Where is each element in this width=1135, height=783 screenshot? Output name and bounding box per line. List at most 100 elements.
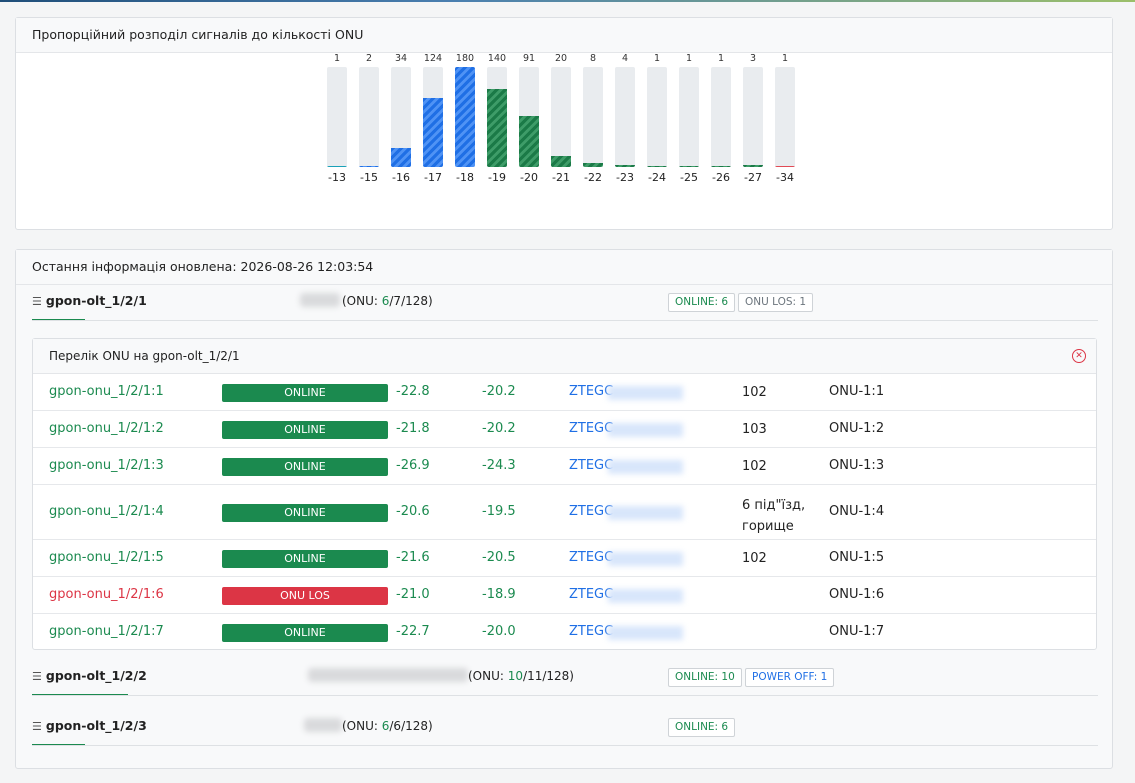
bar-category-label: -15 [360,171,378,184]
onu-serial-link[interactable]: ZTEGC [569,421,613,436]
onu-id-link[interactable]: gpon-onu_1/2/1:4 [49,504,164,519]
onu-rx-power: -21.6 [396,550,430,565]
olt-description-redacted [308,668,468,682]
bar-track [583,67,603,167]
close-icon[interactable]: ✕ [1072,349,1086,363]
bar-value-label: 1 [653,53,661,64]
onu-description: ONU-1:3 [829,458,885,473]
bar-value-label: 124 [423,53,443,64]
onu-status-badge: ONU LOS [222,587,388,605]
onu-rx-power: -22.7 [396,624,430,639]
onu-id-link[interactable]: gpon-onu_1/2/1:2 [49,421,164,436]
status-badge-onu-los: ONU LOS: 1 [738,293,814,312]
onu-table-row[interactable]: gpon-onu_1/2/1:6 ONU LOS -21.0 -18.9 ZTEGC ON… [33,577,1096,614]
onu-description: ONU-1:6 [829,587,885,602]
list-icon: ☰ [32,720,42,733]
bar [391,148,411,167]
list-icon: ☰ [32,670,42,683]
onu-table-row[interactable]: gpon-onu_1/2/1:3 ONLINE -26.9 -24.3 ZTEGC 102… [33,448,1096,485]
onu-description: ONU-1:4 [829,504,885,519]
onu-tx-power: -18.9 [482,587,516,602]
onu-table-row[interactable]: gpon-onu_1/2/1:4 ONLINE -20.6 -19.5 ZTEGC 6 п… [33,485,1096,540]
bar [487,89,507,167]
bar-track [647,67,667,167]
onu-table-row[interactable]: gpon-onu_1/2/1:5 ONLINE -21.6 -20.5 ZTEGC 102… [33,540,1096,577]
bar [679,166,699,167]
status-badge-online: ONLINE: 10 [668,668,742,687]
onu-id-link[interactable]: gpon-onu_1/2/1:3 [49,458,164,473]
bar-value-label: 1 [333,53,341,64]
bar-track [391,67,411,167]
onu-id-link[interactable]: gpon-onu_1/2/1:7 [49,624,164,639]
onu-tx-power: -19.5 [482,504,516,519]
bar [423,98,443,167]
onu-count: (ONU: 6/6/128) [342,719,433,733]
onu-tx-power: -20.2 [482,384,516,399]
olt-row-1[interactable]: ☰ gpon-olt_1/2/1 (ONU: 6/7/128) ONLINE: 6… [16,285,1112,335]
onu-address: 102 [742,551,767,566]
onu-serial-link[interactable]: ZTEGC [569,624,613,639]
bar-value-label: 20 [554,53,568,64]
bar-value-label: 1 [781,53,789,64]
onu-id-link[interactable]: gpon-onu_1/2/1:5 [49,550,164,565]
bar-value-label: 1 [685,53,693,64]
olt-row-3[interactable]: ☰ gpon-olt_1/2/3 (ONU: 6/6/128) ONLINE: 6 [16,710,1112,760]
bar-track [519,67,539,167]
onu-status-badge: ONLINE [222,504,388,522]
bar [455,67,475,167]
bar-track [327,67,347,167]
bar-category-label: -21 [552,171,570,184]
bar-value-label: 2 [365,53,373,64]
olt-name[interactable]: ☰ gpon-olt_1/2/1 [32,293,147,308]
onu-serial-link[interactable]: ZTEGC [569,458,613,473]
onu-description: ONU-1:1 [829,384,885,399]
onu-address: 102 [742,385,767,400]
onu-status-badge: ONLINE [222,550,388,568]
onu-serial-link[interactable]: ZTEGC [569,587,613,602]
bar-track [775,67,795,167]
bar-track [743,67,763,167]
onu-rx-power: -20.6 [396,504,430,519]
signal-distribution-card: Пропорційний розподіл сигналів до кілько… [15,17,1113,230]
bar-value-label: 91 [522,53,536,64]
olt-name[interactable]: ☰ gpon-olt_1/2/2 [32,668,147,683]
onu-tx-power: -24.3 [482,458,516,473]
onu-table-row[interactable]: gpon-onu_1/2/1:1 ONLINE -22.8 -20.2 ZTEGC 102… [33,374,1096,411]
status-badge-power-off: POWER OFF: 1 [745,668,835,687]
onu-tx-power: -20.5 [482,550,516,565]
bar-value-label: 3 [749,53,757,64]
divider [32,320,1098,321]
serial-redacted [608,626,683,640]
bar [711,166,731,167]
top-accent-line [0,0,1135,2]
olt-name[interactable]: ☰ gpon-olt_1/2/3 [32,718,147,733]
onu-rx-power: -26.9 [396,458,430,473]
bar-category-label: -17 [424,171,442,184]
onu-table-row[interactable]: gpon-onu_1/2/1:2 ONLINE -21.8 -20.2 ZTEGC 103… [33,411,1096,448]
onu-rx-power: -21.8 [396,421,430,436]
status-badge-online: ONLINE: 6 [668,293,736,312]
serial-redacted [608,460,683,474]
bar-category-label: -26 [712,171,730,184]
onu-id-link[interactable]: gpon-onu_1/2/1:1 [49,384,164,399]
bar-category-label: -25 [680,171,698,184]
bar-value-label: 8 [589,53,597,64]
onu-count: (ONU: 6/7/128) [342,294,433,308]
onu-id-link[interactable]: gpon-onu_1/2/1:6 [49,587,164,602]
bar [327,166,347,167]
onu-list-panel: Перелік ONU на gpon-olt_1/2/1 ✕ gpon-onu… [32,338,1097,650]
bar-track [455,67,475,167]
bar-category-label: -19 [488,171,506,184]
onu-serial-link[interactable]: ZTEGC [569,504,613,519]
onu-table-row[interactable]: gpon-onu_1/2/1:7 ONLINE -22.7 -20.0 ZTEGC ONU… [33,614,1096,650]
onu-rx-power: -21.0 [396,587,430,602]
last-updated-text: Остання інформація оновлена: 2026-08-26 … [16,250,1112,285]
bar-value-label: 140 [487,53,507,64]
bar-category-label: -16 [392,171,410,184]
onu-serial-link[interactable]: ZTEGC [569,550,613,565]
onu-serial-link[interactable]: ZTEGC [569,384,613,399]
olt-row-2[interactable]: ☰ gpon-olt_1/2/2 (ONU: 10/11/128) ONLINE:… [16,660,1112,710]
bar-category-label: -13 [328,171,346,184]
divider [32,745,1098,746]
onu-tx-power: -20.2 [482,421,516,436]
